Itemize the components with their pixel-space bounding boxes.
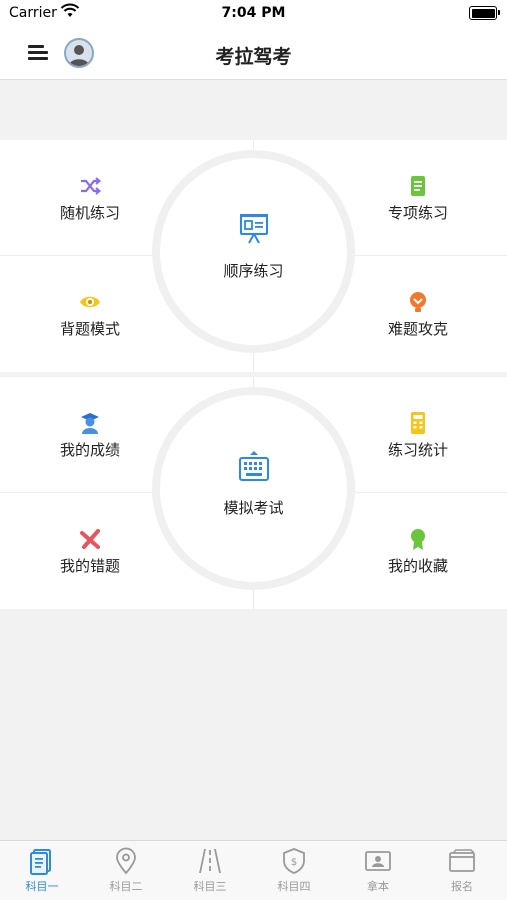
hard-questions-button[interactable]: 难题攻克 xyxy=(338,290,498,370)
my-mistakes-label: 我的错题 xyxy=(59,557,120,575)
shuffle-icon xyxy=(81,177,102,195)
mock-exam-button[interactable]: 模拟考试 xyxy=(152,387,355,590)
cross-icon xyxy=(80,529,100,549)
tab-subject-four[interactable]: $ 科目四 xyxy=(252,847,336,894)
topic-practice-button[interactable]: 专项练习 xyxy=(338,174,498,254)
shield-dollar-icon: $ xyxy=(283,848,305,874)
page-title: 考拉驾考 xyxy=(215,46,292,68)
road-icon xyxy=(199,848,221,874)
tab-subject-three[interactable]: 科目三 xyxy=(168,847,252,894)
calculator-icon xyxy=(411,412,425,434)
navigation-bar: 考拉驾考 xyxy=(0,28,507,80)
memorize-mode-label: 背题模式 xyxy=(59,320,120,338)
random-practice-label: 随机练习 xyxy=(59,204,120,222)
exam-panel: 我的成绩 练习统计 我的错题 我的收藏 模拟考试 xyxy=(0,377,507,609)
notebook-icon xyxy=(411,176,425,196)
random-practice-button[interactable]: 随机练习 xyxy=(10,174,170,254)
keyboard-icon xyxy=(239,451,269,481)
graduate-icon xyxy=(81,413,99,434)
tab-label: 科目二 xyxy=(109,880,143,893)
tab-get-license[interactable]: 拿本 xyxy=(336,847,420,894)
tab-bar: 科目一 科目二 科目三 $ 科目四 拿本 报名 xyxy=(0,840,507,900)
tab-label: 科目一 xyxy=(25,880,59,893)
tab-registration[interactable]: 报名 xyxy=(420,847,504,894)
document-icon xyxy=(30,849,51,875)
status-bar: Carrier 7:04 PM xyxy=(0,0,507,28)
mock-exam-label: 模拟考试 xyxy=(223,499,284,517)
topic-practice-label: 专项练习 xyxy=(387,204,448,222)
status-time: 7:04 PM xyxy=(221,5,286,21)
my-mistakes-button[interactable]: 我的错题 xyxy=(10,527,170,607)
eye-icon xyxy=(80,296,100,308)
hard-questions-label: 难题攻克 xyxy=(387,320,448,338)
tab-label: 报名 xyxy=(451,880,473,893)
wallet-icon xyxy=(449,849,475,872)
tab-subject-two[interactable]: 科目二 xyxy=(84,847,168,894)
lightbulb-icon xyxy=(410,292,426,312)
practice-stats-button[interactable]: 练习统计 xyxy=(338,411,498,491)
sequential-practice-button[interactable]: 顺序练习 xyxy=(152,150,355,353)
tab-label: 科目三 xyxy=(193,880,227,893)
tab-label: 科目四 xyxy=(277,880,311,893)
my-favorites-label: 我的收藏 xyxy=(387,557,448,575)
sequential-practice-label: 顺序练习 xyxy=(223,262,284,280)
id-card-icon xyxy=(365,851,391,871)
svg-text:$: $ xyxy=(291,857,297,868)
my-scores-button[interactable]: 我的成绩 xyxy=(10,411,170,491)
tab-label: 拿本 xyxy=(367,880,389,893)
battery-icon xyxy=(469,6,500,20)
my-scores-label: 我的成绩 xyxy=(59,441,120,459)
presentation-board-icon xyxy=(240,214,268,244)
my-favorites-button[interactable]: 我的收藏 xyxy=(338,527,498,607)
practice-panel: 随机练习 专项练习 背题模式 难题攻克 顺序练习 xyxy=(0,140,507,372)
memorize-mode-button[interactable]: 背题模式 xyxy=(10,290,170,370)
practice-stats-label: 练习统计 xyxy=(387,441,448,459)
tab-subject-one[interactable]: 科目一 xyxy=(0,847,84,894)
location-pin-icon xyxy=(116,847,136,875)
award-icon xyxy=(411,529,425,550)
